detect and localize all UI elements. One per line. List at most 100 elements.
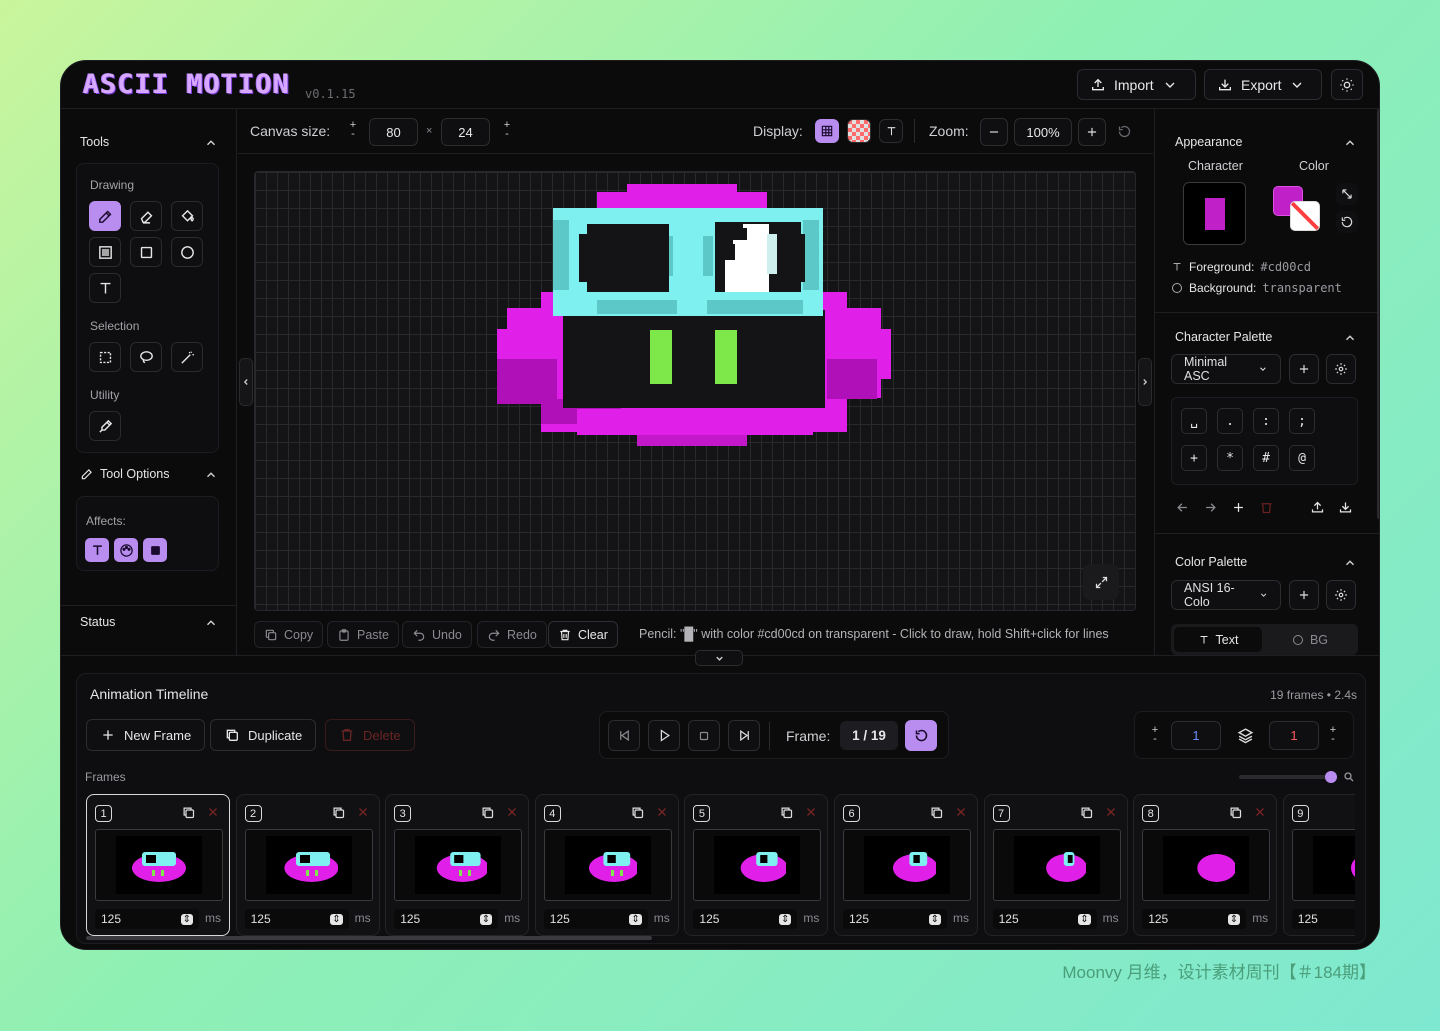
chevron-up-icon[interactable] xyxy=(1343,136,1357,150)
paste-button[interactable]: Paste xyxy=(327,621,399,648)
close-icon[interactable] xyxy=(1254,806,1266,818)
char-cell[interactable]: @ xyxy=(1289,445,1315,471)
tools-section-title[interactable]: Tools xyxy=(80,135,109,149)
close-icon[interactable] xyxy=(656,806,668,818)
color-palette-settings-button[interactable] xyxy=(1326,580,1356,610)
copy-icon[interactable] xyxy=(779,805,794,820)
zoom-value[interactable]: 100% xyxy=(1014,118,1072,146)
affects-character-toggle[interactable] xyxy=(85,538,109,562)
arrow-right-icon[interactable] xyxy=(1203,500,1218,520)
copy-icon[interactable] xyxy=(331,805,346,820)
width-stepper[interactable]: + - xyxy=(348,120,358,140)
fill-tool[interactable] xyxy=(171,201,203,231)
reset-zoom-icon[interactable] xyxy=(1117,124,1132,144)
rect-select-tool[interactable] xyxy=(89,342,121,372)
copy-button[interactable]: Copy xyxy=(254,621,324,648)
char-cell[interactable]: ; xyxy=(1289,408,1315,434)
affects-color-toggle[interactable] xyxy=(114,538,138,562)
clear-button[interactable]: Clear xyxy=(548,621,618,648)
frame-duration-input[interactable]: 125⇕ xyxy=(1291,909,1355,929)
copy-icon[interactable] xyxy=(480,805,495,820)
pencil-tool[interactable] xyxy=(89,201,121,231)
import-button[interactable]: Import xyxy=(1077,69,1196,100)
status-section-title[interactable]: Status xyxy=(80,615,115,629)
frame-card[interactable]: 3 125 ⇕ ms xyxy=(385,794,530,936)
stepper-icon[interactable]: ⇕ xyxy=(330,913,343,925)
redo-button[interactable]: Redo xyxy=(477,621,547,648)
copy-icon[interactable] xyxy=(630,805,645,820)
background-color-swatch[interactable] xyxy=(1290,201,1320,231)
copy-icon[interactable] xyxy=(181,805,196,820)
stepper-icon[interactable]: ⇕ xyxy=(928,913,941,925)
canvas-height-input[interactable]: 24 xyxy=(441,118,490,146)
copy-icon[interactable] xyxy=(1228,805,1243,820)
frame-card[interactable]: 8 125 ⇕ ms xyxy=(1133,794,1278,936)
frame-duration-input[interactable]: 125⇕ xyxy=(244,909,349,929)
collapse-timeline-button[interactable] xyxy=(695,650,743,666)
swap-colors-button[interactable] xyxy=(1336,183,1358,205)
copy-icon[interactable] xyxy=(1079,805,1094,820)
char-cell[interactable]: : xyxy=(1253,408,1279,434)
close-icon[interactable] xyxy=(955,806,967,818)
eyedropper-tool[interactable] xyxy=(89,411,121,441)
stepper-icon[interactable]: ⇕ xyxy=(1227,913,1241,925)
undo-button[interactable]: Undo xyxy=(402,621,472,648)
lasso-tool[interactable] xyxy=(130,342,162,372)
download-icon[interactable] xyxy=(1338,500,1353,520)
frame-duration-input[interactable]: 125⇕ xyxy=(843,909,947,929)
close-icon[interactable] xyxy=(805,806,817,818)
stepper-icon[interactable]: ⇕ xyxy=(629,913,642,925)
stepper-icon[interactable]: ⇕ xyxy=(1078,913,1091,925)
stepper-icon[interactable]: ⇕ xyxy=(479,913,493,925)
char-cell[interactable]: * xyxy=(1217,445,1243,471)
appearance-title[interactable]: Appearance xyxy=(1175,135,1242,149)
char-palette-select[interactable]: Minimal ASC xyxy=(1171,354,1281,384)
right-panel-scrollbar[interactable] xyxy=(1377,109,1379,519)
fullscreen-button[interactable] xyxy=(1083,564,1119,600)
close-icon[interactable] xyxy=(1105,806,1117,818)
stepper-icon[interactable]: ⇕ xyxy=(180,913,193,925)
frame-card[interactable]: 2 125 ⇕ ms xyxy=(235,794,380,936)
frame-duration-input[interactable]: 125⇕ xyxy=(693,909,798,929)
text-overlay-toggle-button[interactable] xyxy=(879,119,903,143)
grid-toggle-button[interactable] xyxy=(815,119,839,143)
frame-card[interactable]: 6 125 ⇕ ms xyxy=(834,794,978,936)
frame-duration-input[interactable]: 125⇕ xyxy=(1142,909,1247,929)
add-char-icon[interactable] xyxy=(1231,500,1246,520)
theme-toggle-button[interactable] xyxy=(1331,69,1363,100)
char-cell[interactable]: + xyxy=(1181,445,1207,471)
chevron-up-icon[interactable] xyxy=(204,136,218,150)
rectangle-tool[interactable] xyxy=(130,237,162,267)
frame-card[interactable]: 4 125 ⇕ ms xyxy=(534,794,679,936)
magic-wand-tool[interactable] xyxy=(171,342,203,372)
transparency-toggle-button[interactable] xyxy=(847,119,871,143)
copy-icon[interactable] xyxy=(929,805,944,820)
frame-card[interactable]: 9125⇕ms xyxy=(1282,794,1355,936)
tab-text[interactable]: Text xyxy=(1174,627,1262,652)
ellipse-tool[interactable] xyxy=(171,237,203,267)
frame-duration-input[interactable]: 125⇕ xyxy=(992,909,1097,929)
char-cell[interactable]: ␣ xyxy=(1181,408,1207,434)
frames-scrollbar[interactable] xyxy=(86,936,652,940)
add-char-palette-button[interactable] xyxy=(1289,354,1319,384)
arrow-left-icon[interactable] xyxy=(1175,500,1190,520)
canvas-width-input[interactable]: 80 xyxy=(369,118,418,146)
add-color-palette-button[interactable] xyxy=(1289,580,1319,610)
frame-card[interactable]: 7 125 ⇕ ms xyxy=(983,794,1128,936)
affects-background-toggle[interactable] xyxy=(143,538,167,562)
color-palette-select[interactable]: ANSI 16-Colo xyxy=(1171,580,1281,610)
chevron-up-icon[interactable] xyxy=(204,468,218,482)
collapse-left-panel-button[interactable] xyxy=(239,358,253,406)
chevron-up-icon[interactable] xyxy=(1343,331,1357,345)
char-palette-settings-button[interactable] xyxy=(1326,354,1356,384)
reset-colors-button[interactable] xyxy=(1336,211,1358,233)
close-icon[interactable] xyxy=(506,806,518,818)
close-icon[interactable] xyxy=(357,806,369,818)
collapse-right-panel-button[interactable] xyxy=(1138,358,1152,406)
eraser-tool[interactable] xyxy=(130,201,162,231)
close-icon[interactable] xyxy=(207,806,219,818)
char-cell[interactable]: # xyxy=(1253,445,1279,471)
delete-char-icon[interactable] xyxy=(1259,500,1274,520)
char-cell[interactable]: . xyxy=(1217,408,1243,434)
fill-rectangle-tool[interactable] xyxy=(89,237,121,267)
